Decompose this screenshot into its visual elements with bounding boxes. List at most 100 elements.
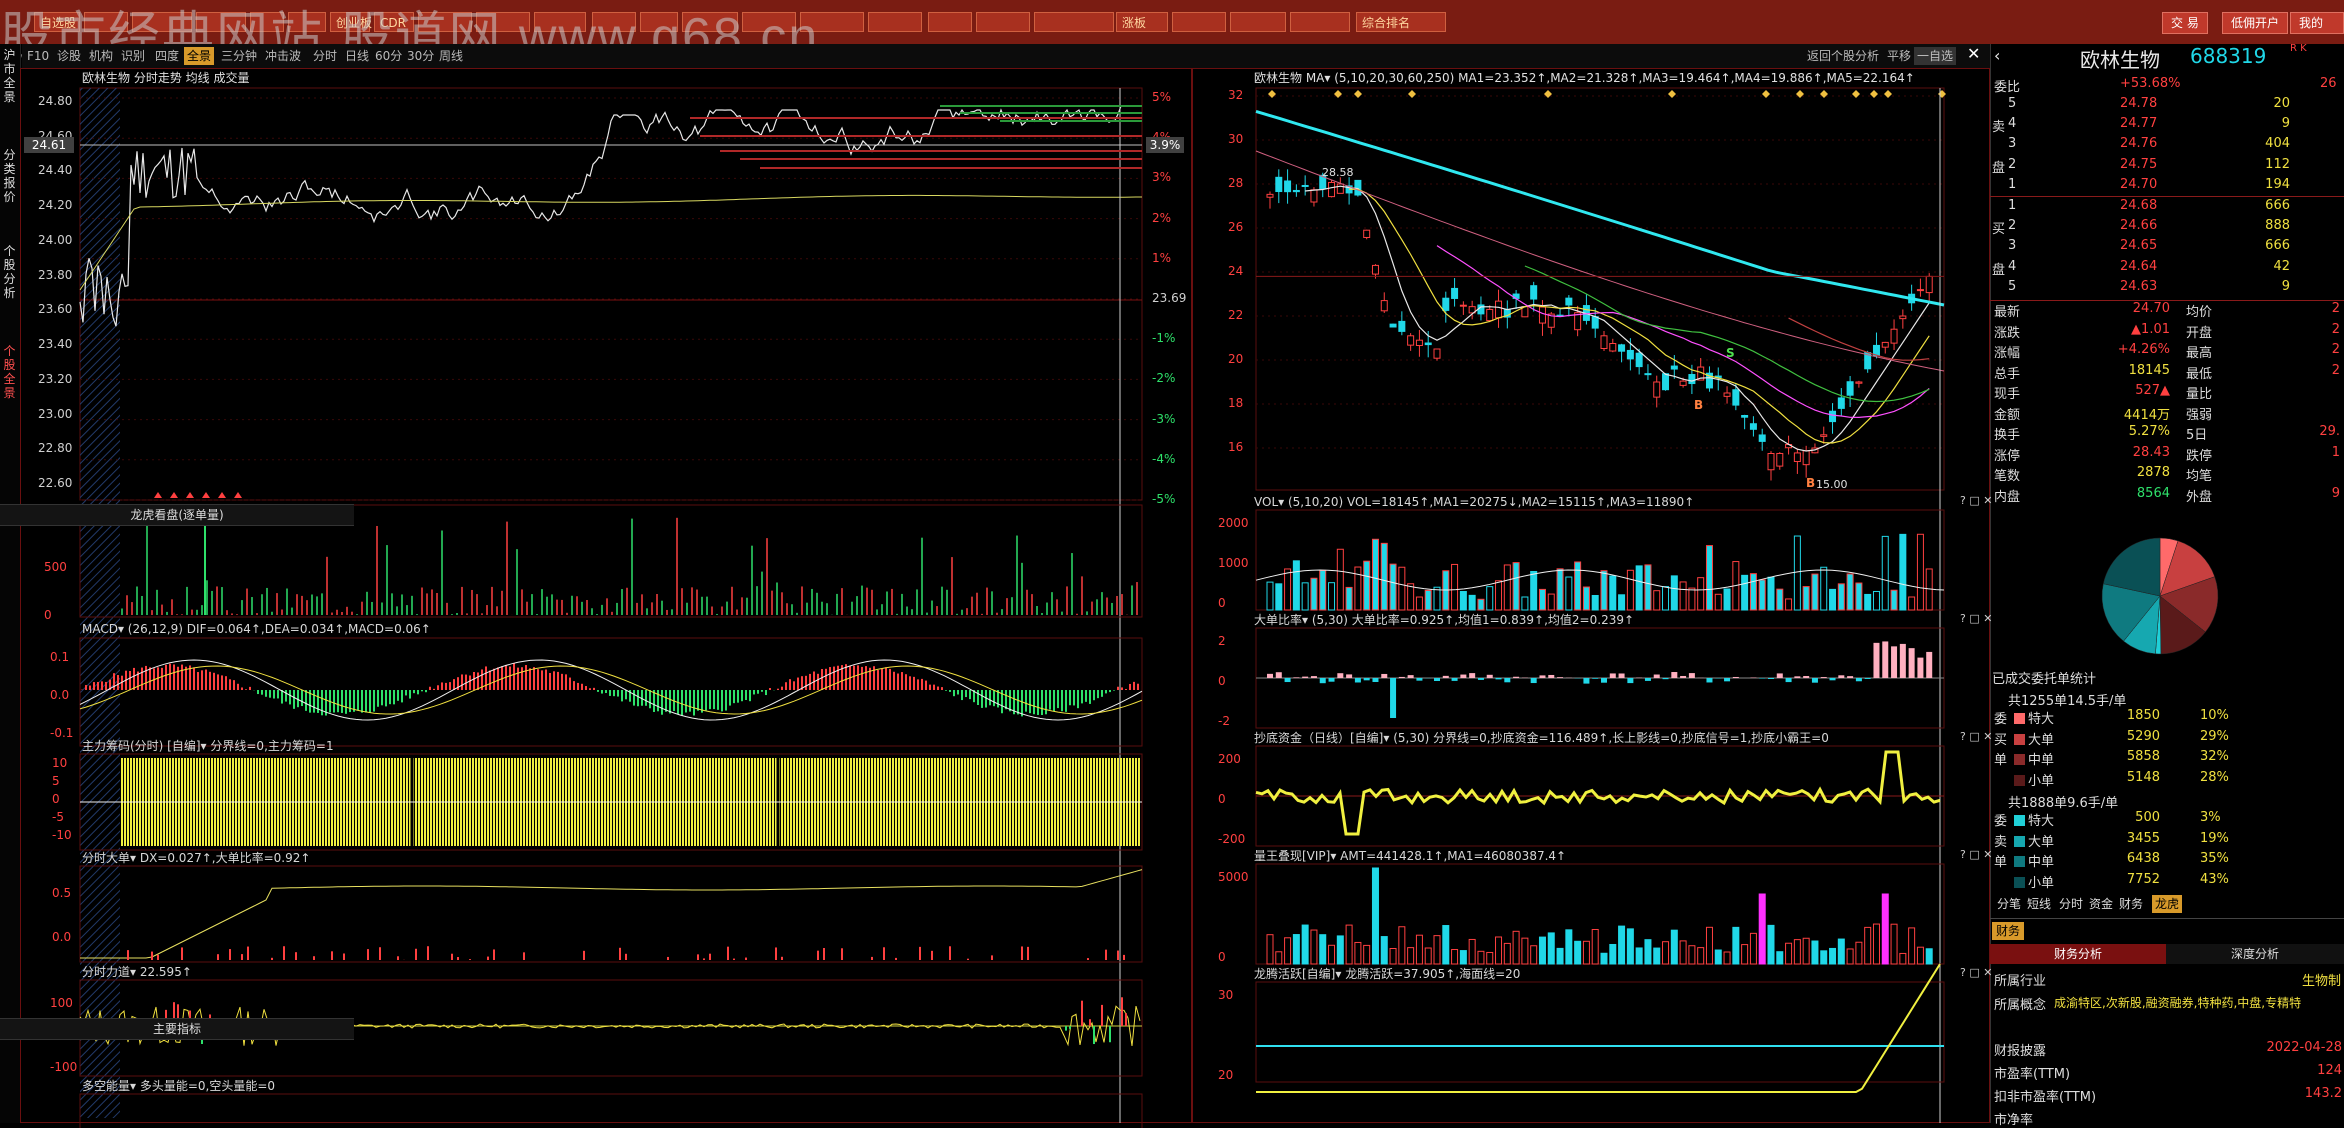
trade-name: 特大 xyxy=(2014,810,2054,829)
stat-label: 开盘 xyxy=(2186,322,2212,341)
bid-level: 3 xyxy=(2008,238,2016,253)
bottom-fund-panel-label: 0 xyxy=(1218,792,1226,806)
ask-level: 4 xyxy=(2008,116,2016,131)
trade-button[interactable]: 交 易 xyxy=(2162,12,2208,34)
trade-pct: 43% xyxy=(2200,872,2229,887)
kline-y-label: 28 xyxy=(1228,176,1243,190)
stat-value: 24.70 xyxy=(2080,301,2170,316)
stat-label: 最低 xyxy=(2186,363,2212,382)
fin-value: 143.2 xyxy=(2230,1086,2342,1101)
entrust-pct: 29% xyxy=(2200,729,2229,744)
bid-side-label: 买 xyxy=(1992,218,2005,237)
entrust-count: 5148 xyxy=(2100,770,2160,785)
kline-y-label: 24 xyxy=(1228,264,1243,278)
kline-high-label: 28.58 xyxy=(1322,166,1354,179)
entrust-count: 5290 xyxy=(2100,729,2160,744)
finance-analysis-tab[interactable]: 财务分析 xyxy=(1990,944,2166,964)
trade-count: 7752 xyxy=(2100,872,2160,887)
volume-king-panel-controls[interactable]: ? □ ✕ xyxy=(1960,848,1992,861)
stat-label: 量比 xyxy=(2186,383,2212,402)
big-ratio-panel-title: 大单比率▾ (5,30) 大单比率=0.925↑,均值1=0.839↑,均值2=… xyxy=(1254,612,1634,628)
ask-side-label: 盘 xyxy=(1992,157,2005,176)
bid-volume: 666 xyxy=(2210,198,2290,213)
big-ratio-panel-label: 0 xyxy=(1218,674,1226,688)
tab-divider xyxy=(1990,918,2344,919)
weibi-value: +53.68% xyxy=(2120,76,2180,91)
open-account-button[interactable]: 低佣开户 xyxy=(2222,12,2288,34)
fin-label: 扣非市盈率(TTM) xyxy=(1994,1086,2096,1105)
stat-label: 内盘 xyxy=(1994,486,2020,505)
quote-tab[interactable]: 分时 xyxy=(2056,895,2086,913)
weibi-label: 委比 xyxy=(1994,76,2020,95)
stat-value: 527▲ xyxy=(2080,383,2170,398)
quote-tab[interactable]: 龙虎 xyxy=(2152,895,2182,913)
order-pie-chart xyxy=(2090,526,2230,666)
back-arrow-icon[interactable]: ‹ xyxy=(1994,46,2000,65)
ask-volume: 112 xyxy=(2210,157,2290,172)
vol-panel-controls[interactable]: ? □ ✕ xyxy=(1960,494,1992,507)
stat-value: 2 xyxy=(2290,301,2340,316)
volume-king-panel-label: 5000 xyxy=(1218,870,1249,884)
industry-label: 所属行业 xyxy=(1994,970,2046,989)
big-ratio-panel-controls[interactable]: ? □ ✕ xyxy=(1960,612,1992,625)
book-divider xyxy=(1990,196,2344,197)
stat-label: 换手 xyxy=(1994,424,2020,443)
entrust-title: 已成交委托单统计 xyxy=(1992,668,2096,687)
trade-pct: 35% xyxy=(2200,851,2229,866)
bid-volume: 42 xyxy=(2210,259,2290,274)
bottom-fund-panel-controls[interactable]: ? □ ✕ xyxy=(1960,730,1992,743)
kline-y-label: 30 xyxy=(1228,132,1243,146)
kline-y-label: 22 xyxy=(1228,308,1243,322)
kline-low-label: 15.00 xyxy=(1816,478,1848,491)
bid-level: 2 xyxy=(2008,218,2016,233)
stock-code: 688319 xyxy=(2190,44,2266,68)
bottom-fund-panel-title: 抄底资金（日线）[自编]▾ (5,30) 分界线=0,抄底资金=116.489↑… xyxy=(1254,730,1829,746)
entrust-name: 特大 xyxy=(2014,708,2054,727)
vol-panel-label: 0 xyxy=(1218,596,1226,610)
stat-value: 9 xyxy=(2290,486,2340,501)
entrust-name: 中单 xyxy=(2014,749,2054,768)
stat-value: 2 xyxy=(2290,342,2340,357)
my-button[interactable]: 我的 xyxy=(2290,12,2344,34)
trade-name: 中单 xyxy=(2014,851,2054,870)
quote-tab[interactable]: 财务 xyxy=(2116,895,2146,913)
bid-price: 24.68 xyxy=(2120,198,2157,213)
kline-signal-marker: B xyxy=(1694,398,1703,412)
main-index-header: 主要指标 xyxy=(0,1018,354,1040)
legend-swatch xyxy=(2014,815,2025,826)
quote-tab[interactable]: 短线 xyxy=(2024,895,2054,913)
quote-tab[interactable]: 资金 xyxy=(2086,895,2116,913)
fin-label: 市盈率(TTM) xyxy=(1994,1063,2070,1082)
ask-price: 24.76 xyxy=(2120,136,2157,151)
vol-panel-label: 1000 xyxy=(1218,556,1249,570)
stat-value: 18145 xyxy=(2080,363,2170,378)
kline-y-label: 26 xyxy=(1228,220,1243,234)
stat-value: 1 xyxy=(2290,445,2340,460)
ask-price: 24.75 xyxy=(2120,157,2157,172)
trade-pct: 3% xyxy=(2200,810,2221,825)
quote-tab[interactable]: 分笔 xyxy=(1994,895,2024,913)
dragon-panel-label: 20 xyxy=(1218,1068,1233,1082)
ask-price: 24.77 xyxy=(2120,116,2157,131)
ask-volume: 20 xyxy=(2210,96,2290,111)
ask-price: 24.70 xyxy=(2120,177,2157,192)
dragon-panel-controls[interactable]: ? □ ✕ xyxy=(1960,966,1992,979)
industry-value: 生物制 xyxy=(2302,970,2342,989)
kline-chart-svg xyxy=(0,0,2000,1123)
weibi-extra: 26 xyxy=(2320,76,2337,91)
kline-signal-marker: S xyxy=(1726,346,1735,360)
entrust-pct: 32% xyxy=(2200,749,2229,764)
finance-tab[interactable]: 财务 xyxy=(1992,922,2024,940)
deep-analysis-tab[interactable]: 深度分析 xyxy=(2166,944,2344,964)
kline-y-label: 20 xyxy=(1228,352,1243,366)
bid-volume: 888 xyxy=(2210,218,2290,233)
concept-value: 成渝特区,次新股,融资融券,特种药,中盘,专精特 xyxy=(2054,994,2342,1011)
rk-badge: R K xyxy=(2290,44,2300,54)
trade-side: 单 xyxy=(1994,851,2007,870)
trade-name: 大单 xyxy=(2014,831,2054,850)
stat-label: 涨停 xyxy=(1994,445,2020,464)
kline-y-label: 16 xyxy=(1228,440,1243,454)
stock-name: 欧林生物 xyxy=(2080,44,2160,73)
stat-label: 外盘 xyxy=(2186,486,2212,505)
entrust-total: 共1255单14.5手/单 xyxy=(2008,690,2126,709)
